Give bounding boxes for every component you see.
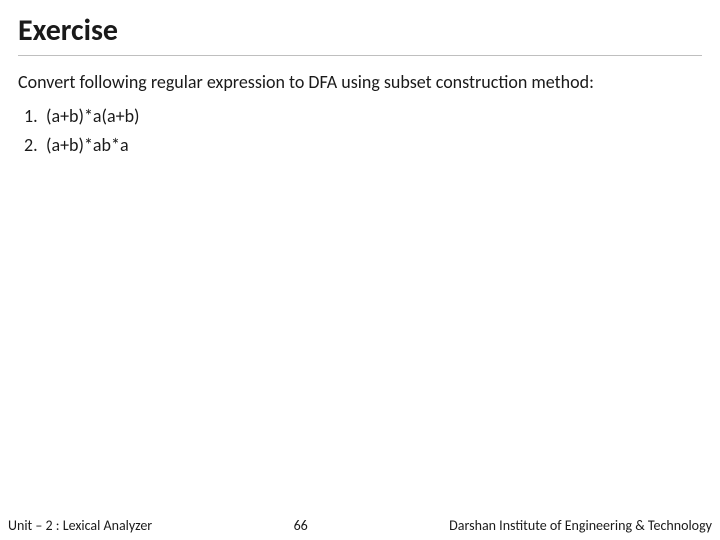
slide-body: Convert following regular expression to … (18, 70, 702, 157)
footer: Unit – 2 : Lexical Analyzer 66 Darshan I… (0, 517, 720, 534)
exercise-list: 1.(a+b)*a(a+b) 2.(a+b)*ab*a (18, 104, 702, 157)
footer-page-wrap: 66 (152, 517, 449, 534)
slide: Exercise Convert following regular expre… (0, 0, 720, 540)
footer-page: 66 (294, 517, 308, 534)
prompt-text: Convert following regular expression to … (18, 70, 702, 94)
item-expression: (a+b)*a(a+b) (46, 105, 140, 127)
item-expression: (a+b)*ab*a (46, 134, 129, 156)
list-item: 2.(a+b)*ab*a (24, 133, 702, 157)
item-number: 2. (24, 133, 46, 157)
footer-unit: Unit – 2 : Lexical Analyzer (6, 517, 152, 534)
footer-org: Darshan Institute of Engineering & Techn… (449, 517, 714, 534)
item-number: 1. (24, 104, 46, 128)
slide-title: Exercise (18, 12, 702, 53)
title-divider (18, 55, 702, 56)
list-item: 1.(a+b)*a(a+b) (24, 104, 702, 128)
